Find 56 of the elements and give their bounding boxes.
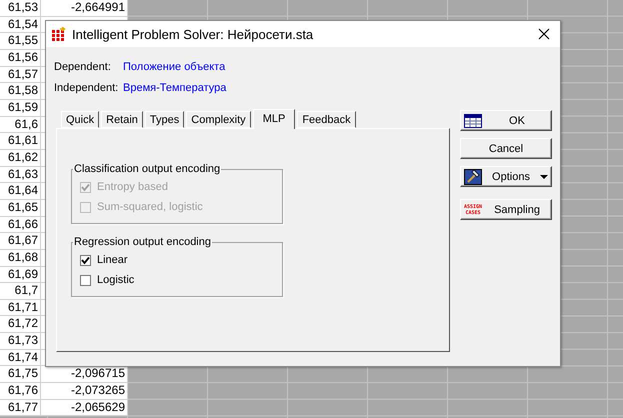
table-cell: 61,65 xyxy=(0,200,41,217)
table-cell: 61,72 xyxy=(0,316,41,334)
close-icon[interactable] xyxy=(538,28,550,40)
table-cell: -2,065629 xyxy=(41,400,128,416)
table-cell: 61,59 xyxy=(0,100,41,117)
checkbox-label: Sum-squared, logistic xyxy=(97,201,203,213)
tab[interactable]: Quick xyxy=(61,111,100,128)
dropdown-button[interactable]: Options xyxy=(460,166,552,187)
table-cell: 61,74 xyxy=(0,350,41,366)
table-cell: 61,57 xyxy=(0,66,41,84)
group-title: Regression output encoding xyxy=(73,236,212,248)
table-cell: 61,69 xyxy=(0,266,41,284)
field-label: Dependent: xyxy=(54,60,112,72)
field-value: Положение объекта xyxy=(123,60,226,72)
table-cell: 61,58 xyxy=(0,83,41,100)
window-title: Intelligent Problem Solver: Нейросети.sta xyxy=(72,26,314,42)
checkbox-label: Linear xyxy=(97,254,128,266)
checkbox-label: Logistic xyxy=(97,274,134,286)
table-cell: 61,55 xyxy=(0,33,41,50)
button[interactable]: Cancel xyxy=(460,138,552,159)
caret-icon xyxy=(540,174,548,178)
table-cell: 61,53 xyxy=(0,0,41,17)
checkbox[interactable] xyxy=(80,274,91,286)
app-icon xyxy=(52,27,66,41)
tab[interactable]: Retain xyxy=(101,111,143,128)
table-cell: -2,073265 xyxy=(41,383,128,400)
table-cell: 61,77 xyxy=(0,400,41,416)
button[interactable]: OK xyxy=(460,110,552,131)
table-cell: -2,664991 xyxy=(41,0,128,17)
table-cell: 61,7 xyxy=(0,283,41,300)
table-cell: 61,66 xyxy=(0,216,41,234)
table-cell: 61,68 xyxy=(0,250,41,266)
table-cell: -2,096715 xyxy=(41,366,128,384)
tab[interactable]: MLP xyxy=(252,109,296,129)
field-label: Independent: xyxy=(54,82,120,94)
hammer-icon xyxy=(464,168,482,184)
table-cell: 61,56 xyxy=(0,50,41,67)
table-icon xyxy=(464,114,482,128)
tab[interactable]: Complexity xyxy=(186,111,251,128)
table-cell: 61,64 xyxy=(0,183,41,200)
table-cell: 61,62 xyxy=(0,150,41,167)
table-cell: 61,67 xyxy=(0,233,41,250)
table-cell: 61,6 xyxy=(0,116,41,134)
group-title: Classification output encoding xyxy=(73,163,222,175)
tab[interactable]: Feedback xyxy=(297,111,356,128)
table-cell: 61,61 xyxy=(0,133,41,150)
checkbox[interactable] xyxy=(80,254,91,266)
table-cell: 61,75 xyxy=(0,366,41,384)
table-cell: 61,71 xyxy=(0,300,41,316)
field-value: Время-Температура xyxy=(123,82,226,94)
table-cell: 61,73 xyxy=(0,333,41,350)
tab[interactable]: Types xyxy=(144,111,184,128)
table-cell: 61,54 xyxy=(0,16,41,34)
table-cell: 61,76 xyxy=(0,383,41,400)
checkbox-label: Entropy based xyxy=(97,181,168,193)
table-cell: 61,63 xyxy=(0,166,41,184)
